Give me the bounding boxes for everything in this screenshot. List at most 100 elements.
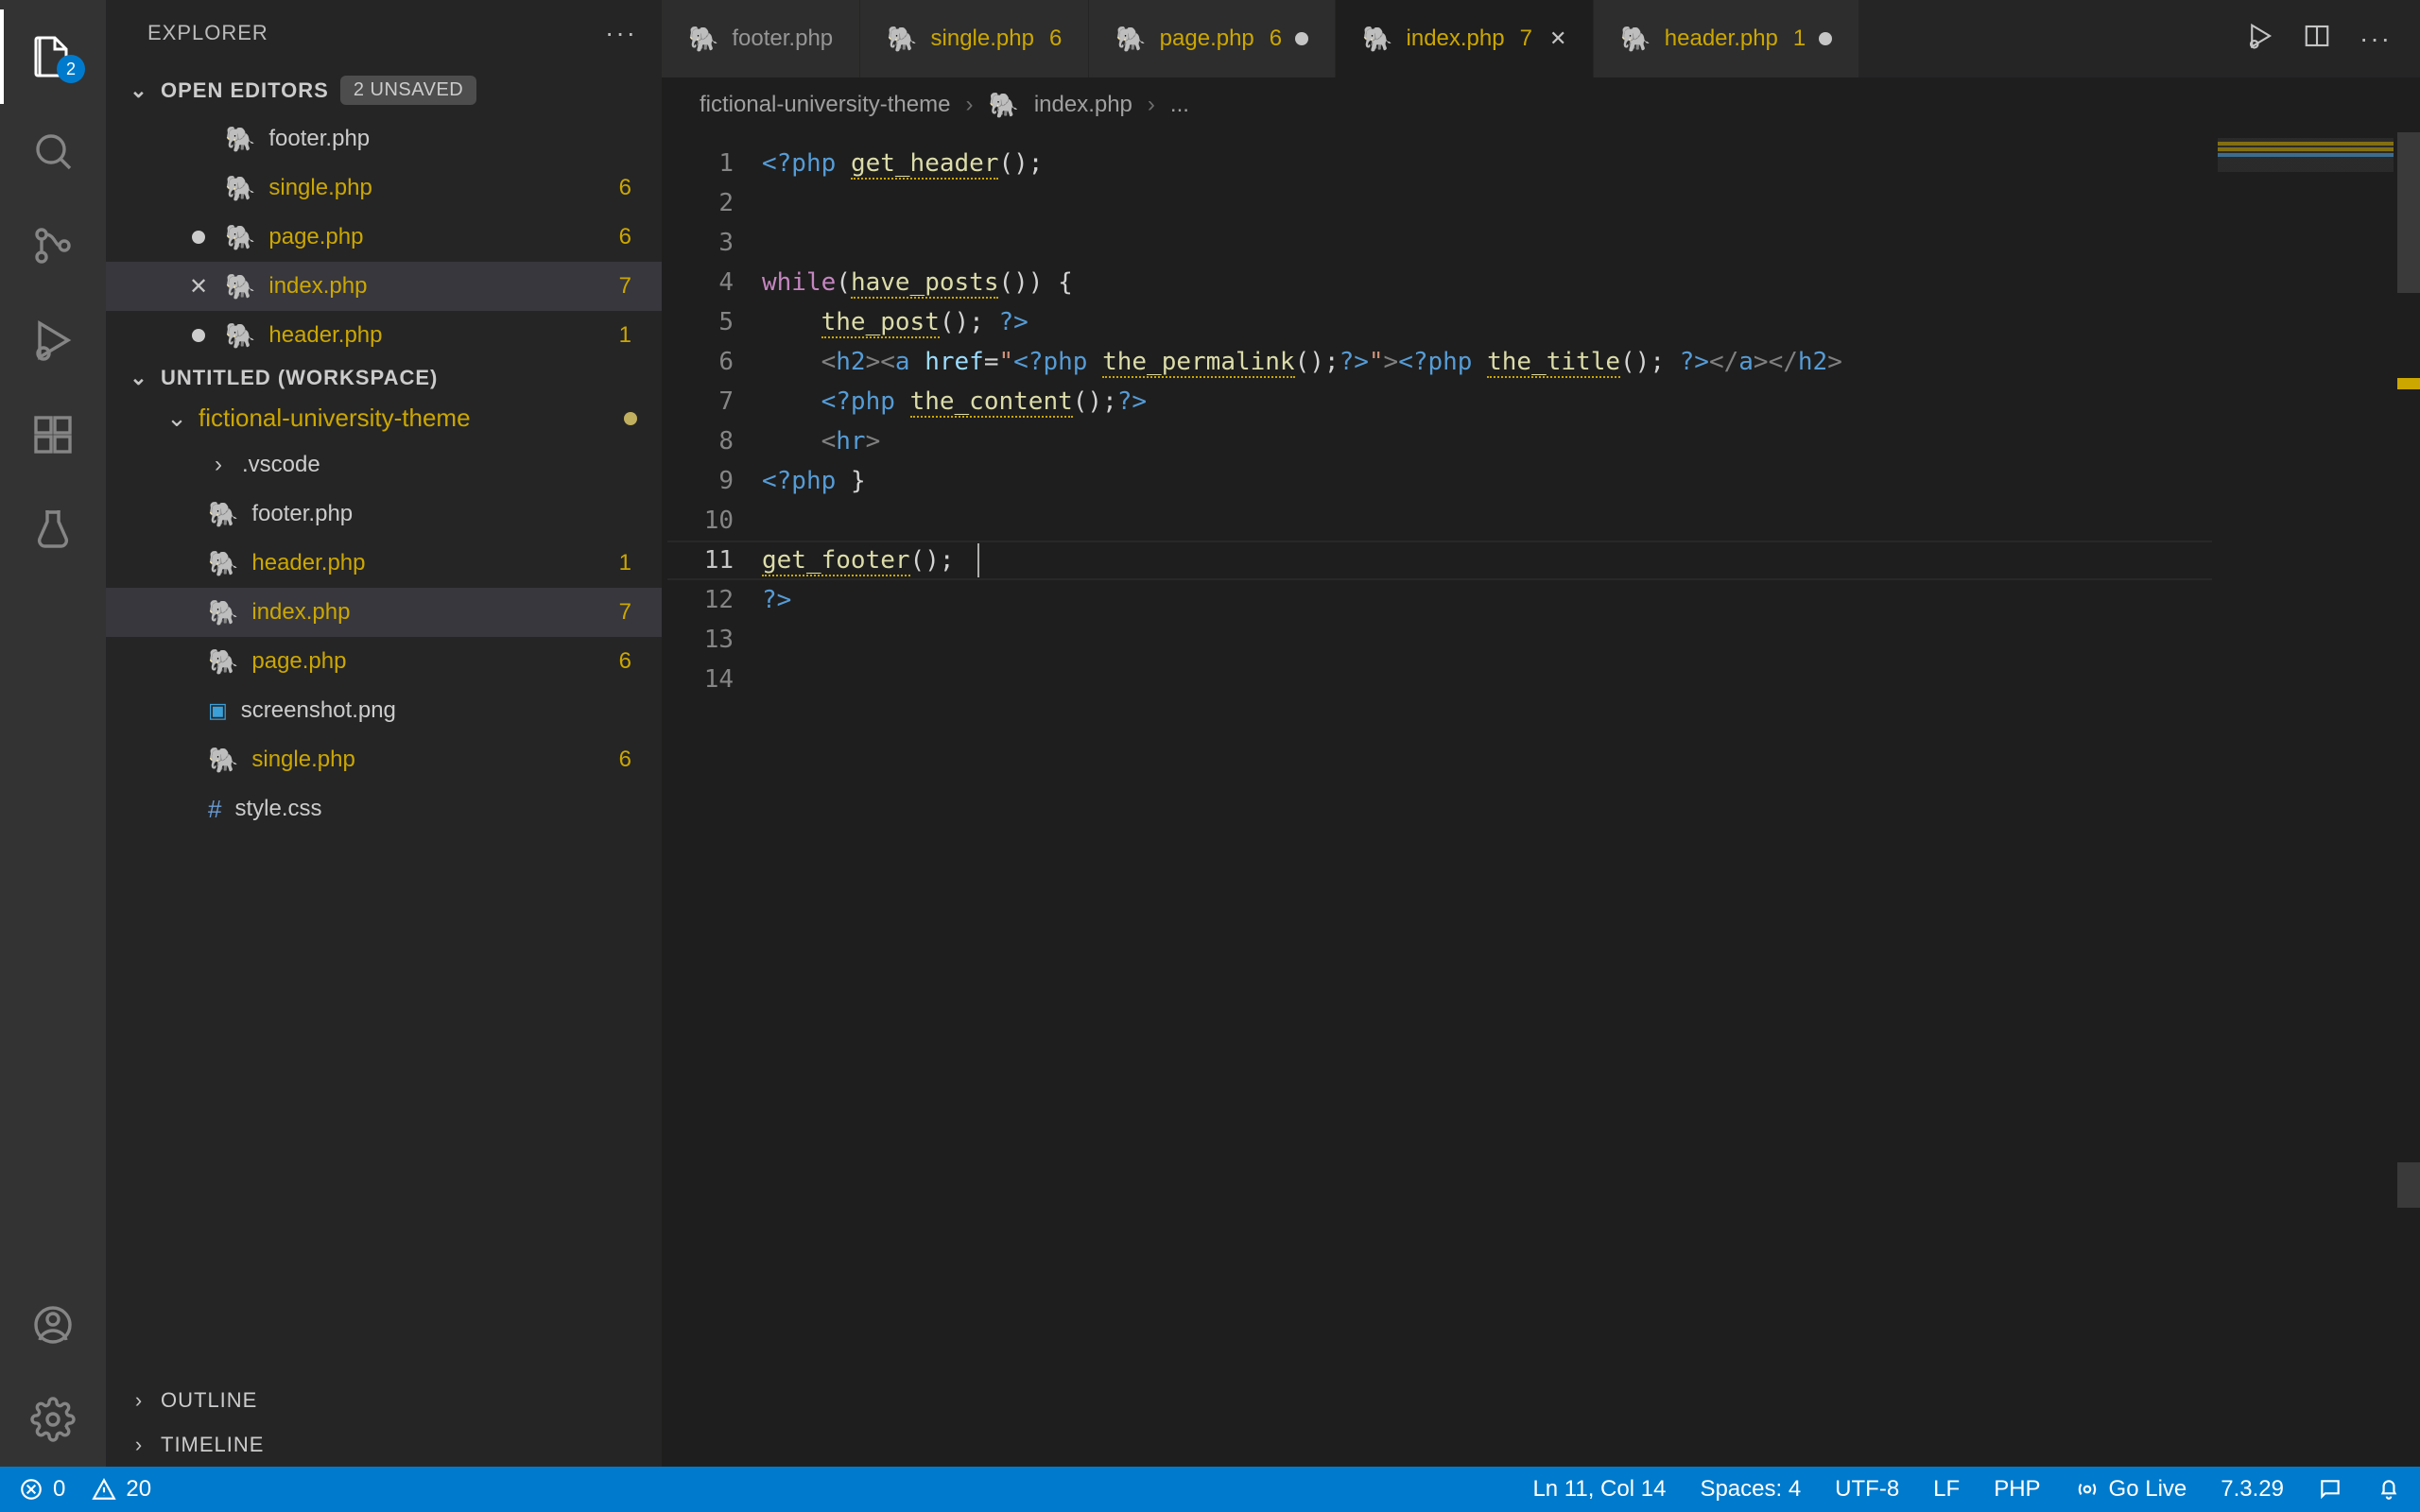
code-line[interactable]: <?php } [762, 461, 2212, 501]
code-line[interactable]: <h2><a href="<?php the_permalink();?>"><… [762, 342, 2212, 382]
file-item[interactable]: # style.css [106, 784, 662, 833]
status-position[interactable]: Ln 11, Col 14 [1532, 1476, 1666, 1503]
run-icon[interactable] [2246, 22, 2274, 57]
file-name: header.php [268, 322, 382, 349]
activity-account[interactable] [0, 1278, 106, 1372]
code-editor[interactable]: 1234567891011121314 <?php get_header(); … [662, 132, 2420, 1467]
code-line[interactable]: ?> [762, 580, 2212, 620]
problems-badge: 1 [619, 322, 637, 349]
tab-label: page.php [1160, 26, 1254, 52]
outline-header[interactable]: › OUTLINE [106, 1378, 662, 1422]
editor-tab[interactable]: 🐘single.php6 [860, 0, 1089, 77]
line-gutter: 1234567891011121314 [662, 132, 752, 1467]
project-folder[interactable]: ⌄ fictional-university-theme [106, 396, 662, 440]
file-name: header.php [251, 550, 365, 576]
minimap[interactable] [2212, 132, 2397, 1467]
open-editors-header[interactable]: ⌄ OPEN EDITORS 2 UNSAVED [106, 66, 662, 114]
activity-extensions[interactable] [0, 387, 106, 482]
breadcrumb-root[interactable]: fictional-university-theme [700, 92, 950, 118]
breadcrumb-tail[interactable]: ... [1170, 92, 1189, 118]
file-item[interactable]: 🐘index.php7 [106, 588, 662, 637]
breadcrumb-file[interactable]: index.php [1034, 92, 1132, 118]
file-item[interactable]: ▣screenshot.png [106, 686, 662, 735]
problems-badge: 1 [619, 550, 637, 576]
code-text[interactable]: <?php get_header(); while(have_posts()) … [752, 132, 2212, 1467]
status-errors[interactable]: 0 [19, 1476, 65, 1503]
editor-tab[interactable]: 🐘footer.php [662, 0, 860, 77]
status-encoding[interactable]: UTF-8 [1835, 1476, 1899, 1503]
status-warnings[interactable]: 20 [92, 1476, 151, 1503]
code-line[interactable]: the_post(); ?> [762, 302, 2212, 342]
code-line[interactable] [762, 183, 2212, 223]
close-icon[interactable]: ✕ [1549, 26, 1566, 51]
php-icon: 🐘 [225, 176, 255, 200]
status-indent[interactable]: Spaces: 4 [1700, 1476, 1801, 1503]
code-line[interactable]: <?php the_content();?> [762, 382, 2212, 421]
open-editor-item[interactable]: 🐘footer.php [106, 114, 662, 163]
open-editor-item[interactable]: ✕🐘index.php7 [106, 262, 662, 311]
file-item[interactable]: 🐘page.php6 [106, 637, 662, 686]
code-line[interactable]: while(have_posts()) { [762, 263, 2212, 302]
editor-area: 🐘footer.php🐘single.php6🐘page.php6 🐘 index.… [662, 0, 2420, 1467]
status-bell-icon[interactable] [2377, 1477, 2401, 1502]
status-phpver[interactable]: 7.3.29 [2221, 1476, 2284, 1503]
status-golive[interactable]: Go Live [2075, 1476, 2187, 1503]
code-line[interactable] [762, 223, 2212, 263]
php-icon: 🐘 [208, 649, 238, 674]
php-icon: 🐘 [225, 127, 255, 151]
problems-badge: 6 [1049, 26, 1062, 52]
problems-badge: 7 [1520, 26, 1532, 52]
file-item[interactable]: 🐘header.php1 [106, 539, 662, 588]
file-name: index.php [268, 273, 367, 300]
file-item[interactable]: 🐘single.php6 [106, 735, 662, 784]
editor-tab[interactable]: 🐘index.php7✕ [1336, 0, 1594, 77]
activity-test[interactable] [0, 482, 106, 576]
problems-badge: 6 [619, 175, 637, 201]
workspace-header[interactable]: ⌄ UNTITLED (WORKSPACE) [106, 360, 662, 396]
status-language[interactable]: PHP [1994, 1476, 2040, 1503]
chevron-down-icon: ⌄ [129, 78, 149, 103]
file-name: page.php [268, 224, 363, 250]
code-line[interactable] [762, 501, 2212, 541]
php-icon: 🐘 [988, 93, 1018, 117]
activity-debug[interactable] [0, 293, 106, 387]
open-editor-item[interactable]: 🐘single.php6 [106, 163, 662, 213]
status-eol[interactable]: LF [1933, 1476, 1960, 1503]
tab-more-icon[interactable]: ··· [2360, 24, 2392, 54]
activity-explorer[interactable]: 2 [0, 9, 106, 104]
dirty-dot-icon [1819, 32, 1832, 45]
activity-settings[interactable] [0, 1372, 106, 1467]
php-icon: 🐘 [208, 747, 238, 772]
code-line[interactable] [762, 660, 2212, 699]
code-line[interactable]: <hr> [762, 421, 2212, 461]
problems-badge: 6 [619, 747, 637, 773]
file-item[interactable]: 🐘footer.php [106, 490, 662, 539]
editor-tabs: 🐘footer.php🐘single.php6🐘page.php6🐘index.… [662, 0, 2420, 77]
split-editor-icon[interactable] [2303, 22, 2331, 57]
status-bar: 0 20 Ln 11, Col 14 Spaces: 4 UTF-8 LF PH… [0, 1467, 2420, 1512]
css-icon: # [208, 795, 221, 824]
open-editor-item[interactable]: 🐘 header.php 1 [106, 311, 662, 360]
code-line[interactable]: get_footer(); [762, 541, 2212, 580]
editor-tab[interactable]: 🐘page.php6 [1089, 0, 1336, 77]
sidebar-title: EXPLORER [147, 21, 268, 45]
editor-tab[interactable]: 🐘header.php1 [1594, 0, 1859, 77]
activity-scm[interactable] [0, 198, 106, 293]
timeline-header[interactable]: › TIMELINE [106, 1422, 662, 1467]
php-icon: 🐘 [225, 323, 255, 348]
sidebar-more-icon[interactable]: ··· [605, 18, 637, 48]
activity-bar: 2 [0, 0, 106, 1467]
php-icon: 🐘 [225, 225, 255, 249]
activity-search[interactable] [0, 104, 106, 198]
open-editor-item[interactable]: 🐘page.php6 [106, 213, 662, 262]
close-icon[interactable]: ✕ [185, 273, 212, 301]
code-line[interactable] [762, 620, 2212, 660]
tab-label: header.php [1665, 26, 1778, 52]
php-icon: 🐘 [225, 274, 255, 299]
file-name: style.css [234, 796, 321, 822]
overview-ruler[interactable] [2397, 132, 2420, 1467]
code-line[interactable]: <?php get_header(); [762, 144, 2212, 183]
breadcrumbs[interactable]: fictional-university-theme › 🐘 index.php… [662, 77, 2420, 132]
status-feedback-icon[interactable] [2318, 1477, 2342, 1502]
file-item[interactable]: ›.vscode [106, 440, 662, 490]
